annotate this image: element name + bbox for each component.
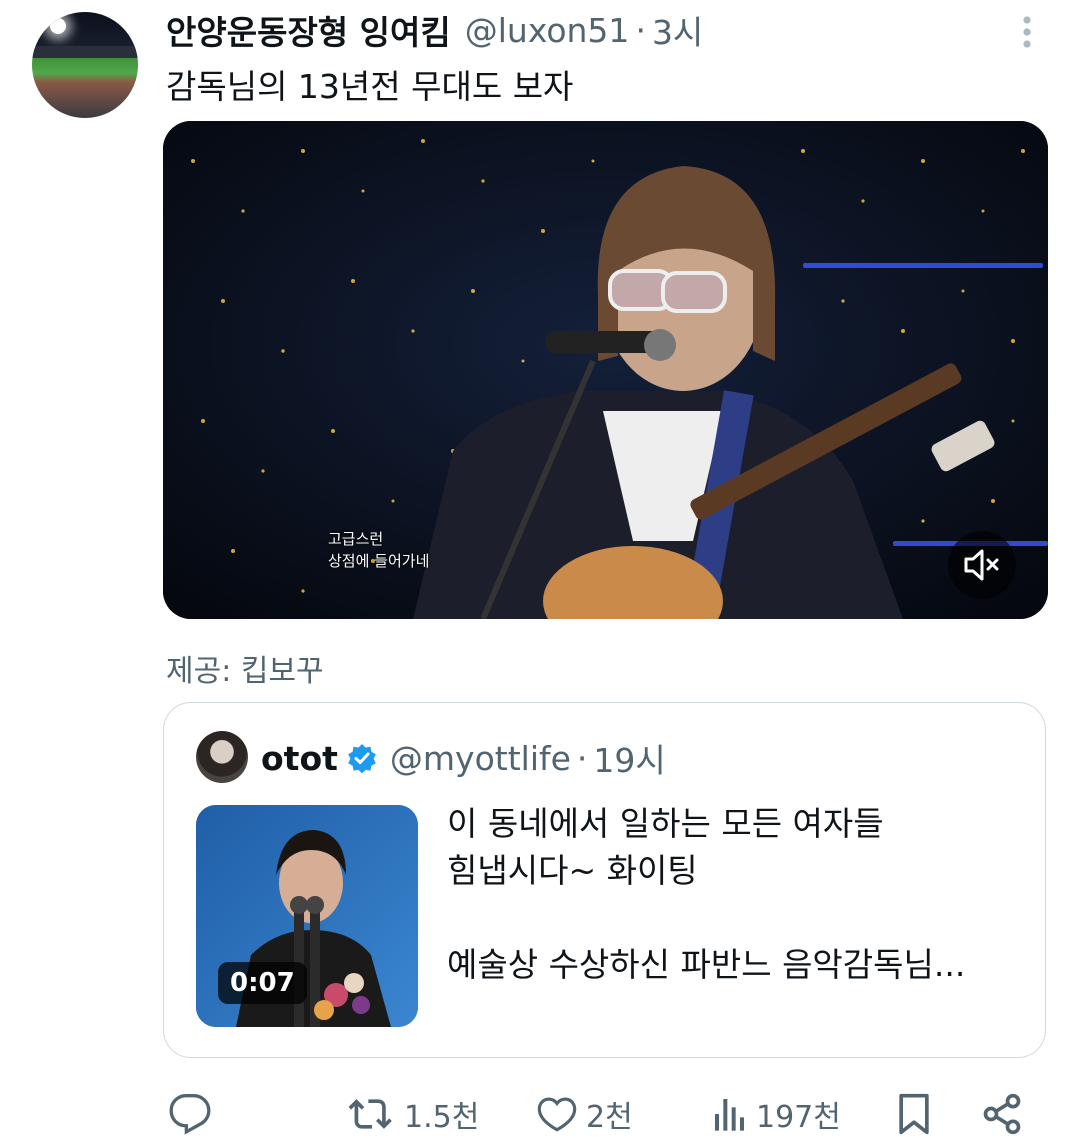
bookmark-button[interactable] xyxy=(894,1086,934,1142)
quoted-tweet-text-line: 예술상 수상하신 파반느 음악감독님... xyxy=(447,945,966,984)
author-handle[interactable]: @luxon51 xyxy=(465,11,630,50)
quoted-tweet-text: 이 동네에서 일하는 모든 여자들 힘냅시다~ 화이팅 예술상 수상하신 파반느… xyxy=(447,800,1007,988)
separator-dot: · xyxy=(576,738,588,778)
video-caption: 고급스런 상점에 들어가네 xyxy=(328,528,429,572)
tweet-action-bar: 1.5천 2천 197천 xyxy=(166,1086,1046,1142)
tweet-text: 감독님의 13년전 무대도 보자 xyxy=(166,67,574,106)
verified-badge-icon xyxy=(346,742,378,774)
quoted-tweet-text-line: 힘냅시다~ 화이팅 xyxy=(447,851,698,890)
views-icon xyxy=(715,1099,744,1131)
more-options-icon[interactable] xyxy=(1010,14,1044,54)
media-attribution: 제공: 킵보꾸 xyxy=(166,654,324,689)
tweet-timestamp[interactable]: 3시 xyxy=(652,6,703,54)
tweet-video[interactable] xyxy=(163,121,1048,619)
separator-dot: · xyxy=(635,10,646,50)
video-frame-image xyxy=(163,121,1048,619)
share-button[interactable] xyxy=(980,1086,1024,1142)
retweet-count: 1.5천 xyxy=(404,1100,480,1135)
heart-icon xyxy=(537,1097,577,1132)
quoted-author-handle[interactable]: @myottlife xyxy=(390,739,571,778)
reply-button[interactable] xyxy=(168,1086,212,1142)
retweet-button[interactable]: 1.5천 xyxy=(348,1086,479,1142)
video-duration-badge: 0:07 xyxy=(218,962,307,1004)
reply-icon xyxy=(169,1094,211,1135)
like-button[interactable]: 2천 xyxy=(536,1086,633,1142)
views-button[interactable]: 197천 xyxy=(712,1086,841,1142)
mute-button[interactable] xyxy=(948,531,1016,599)
quoted-tweet-header: otot @myottlife · 19시 xyxy=(261,734,666,782)
tweet-header: 안양운동장형 잉여킴 @luxon51 · 3시 xyxy=(166,6,703,54)
quoted-tweet-timestamp[interactable]: 19시 xyxy=(593,734,665,782)
quoted-tweet-text-line: 이 동네에서 일하는 모든 여자들 xyxy=(447,804,884,843)
video-caption-line2: 상점에 들어가네 xyxy=(328,552,430,570)
share-icon xyxy=(983,1093,1021,1135)
author-display-name[interactable]: 안양운동장형 잉여킴 xyxy=(166,6,451,54)
quoted-author-avatar[interactable] xyxy=(196,731,248,783)
video-caption-line1: 고급스런 xyxy=(328,530,384,548)
like-count: 2천 xyxy=(586,1100,633,1135)
quoted-author-display-name[interactable]: otot xyxy=(261,739,338,778)
muted-speaker-icon xyxy=(964,549,999,581)
retweet-icon xyxy=(348,1099,392,1129)
author-avatar[interactable] xyxy=(32,12,138,118)
bookmark-icon xyxy=(899,1093,929,1135)
views-count: 197천 xyxy=(756,1100,841,1135)
